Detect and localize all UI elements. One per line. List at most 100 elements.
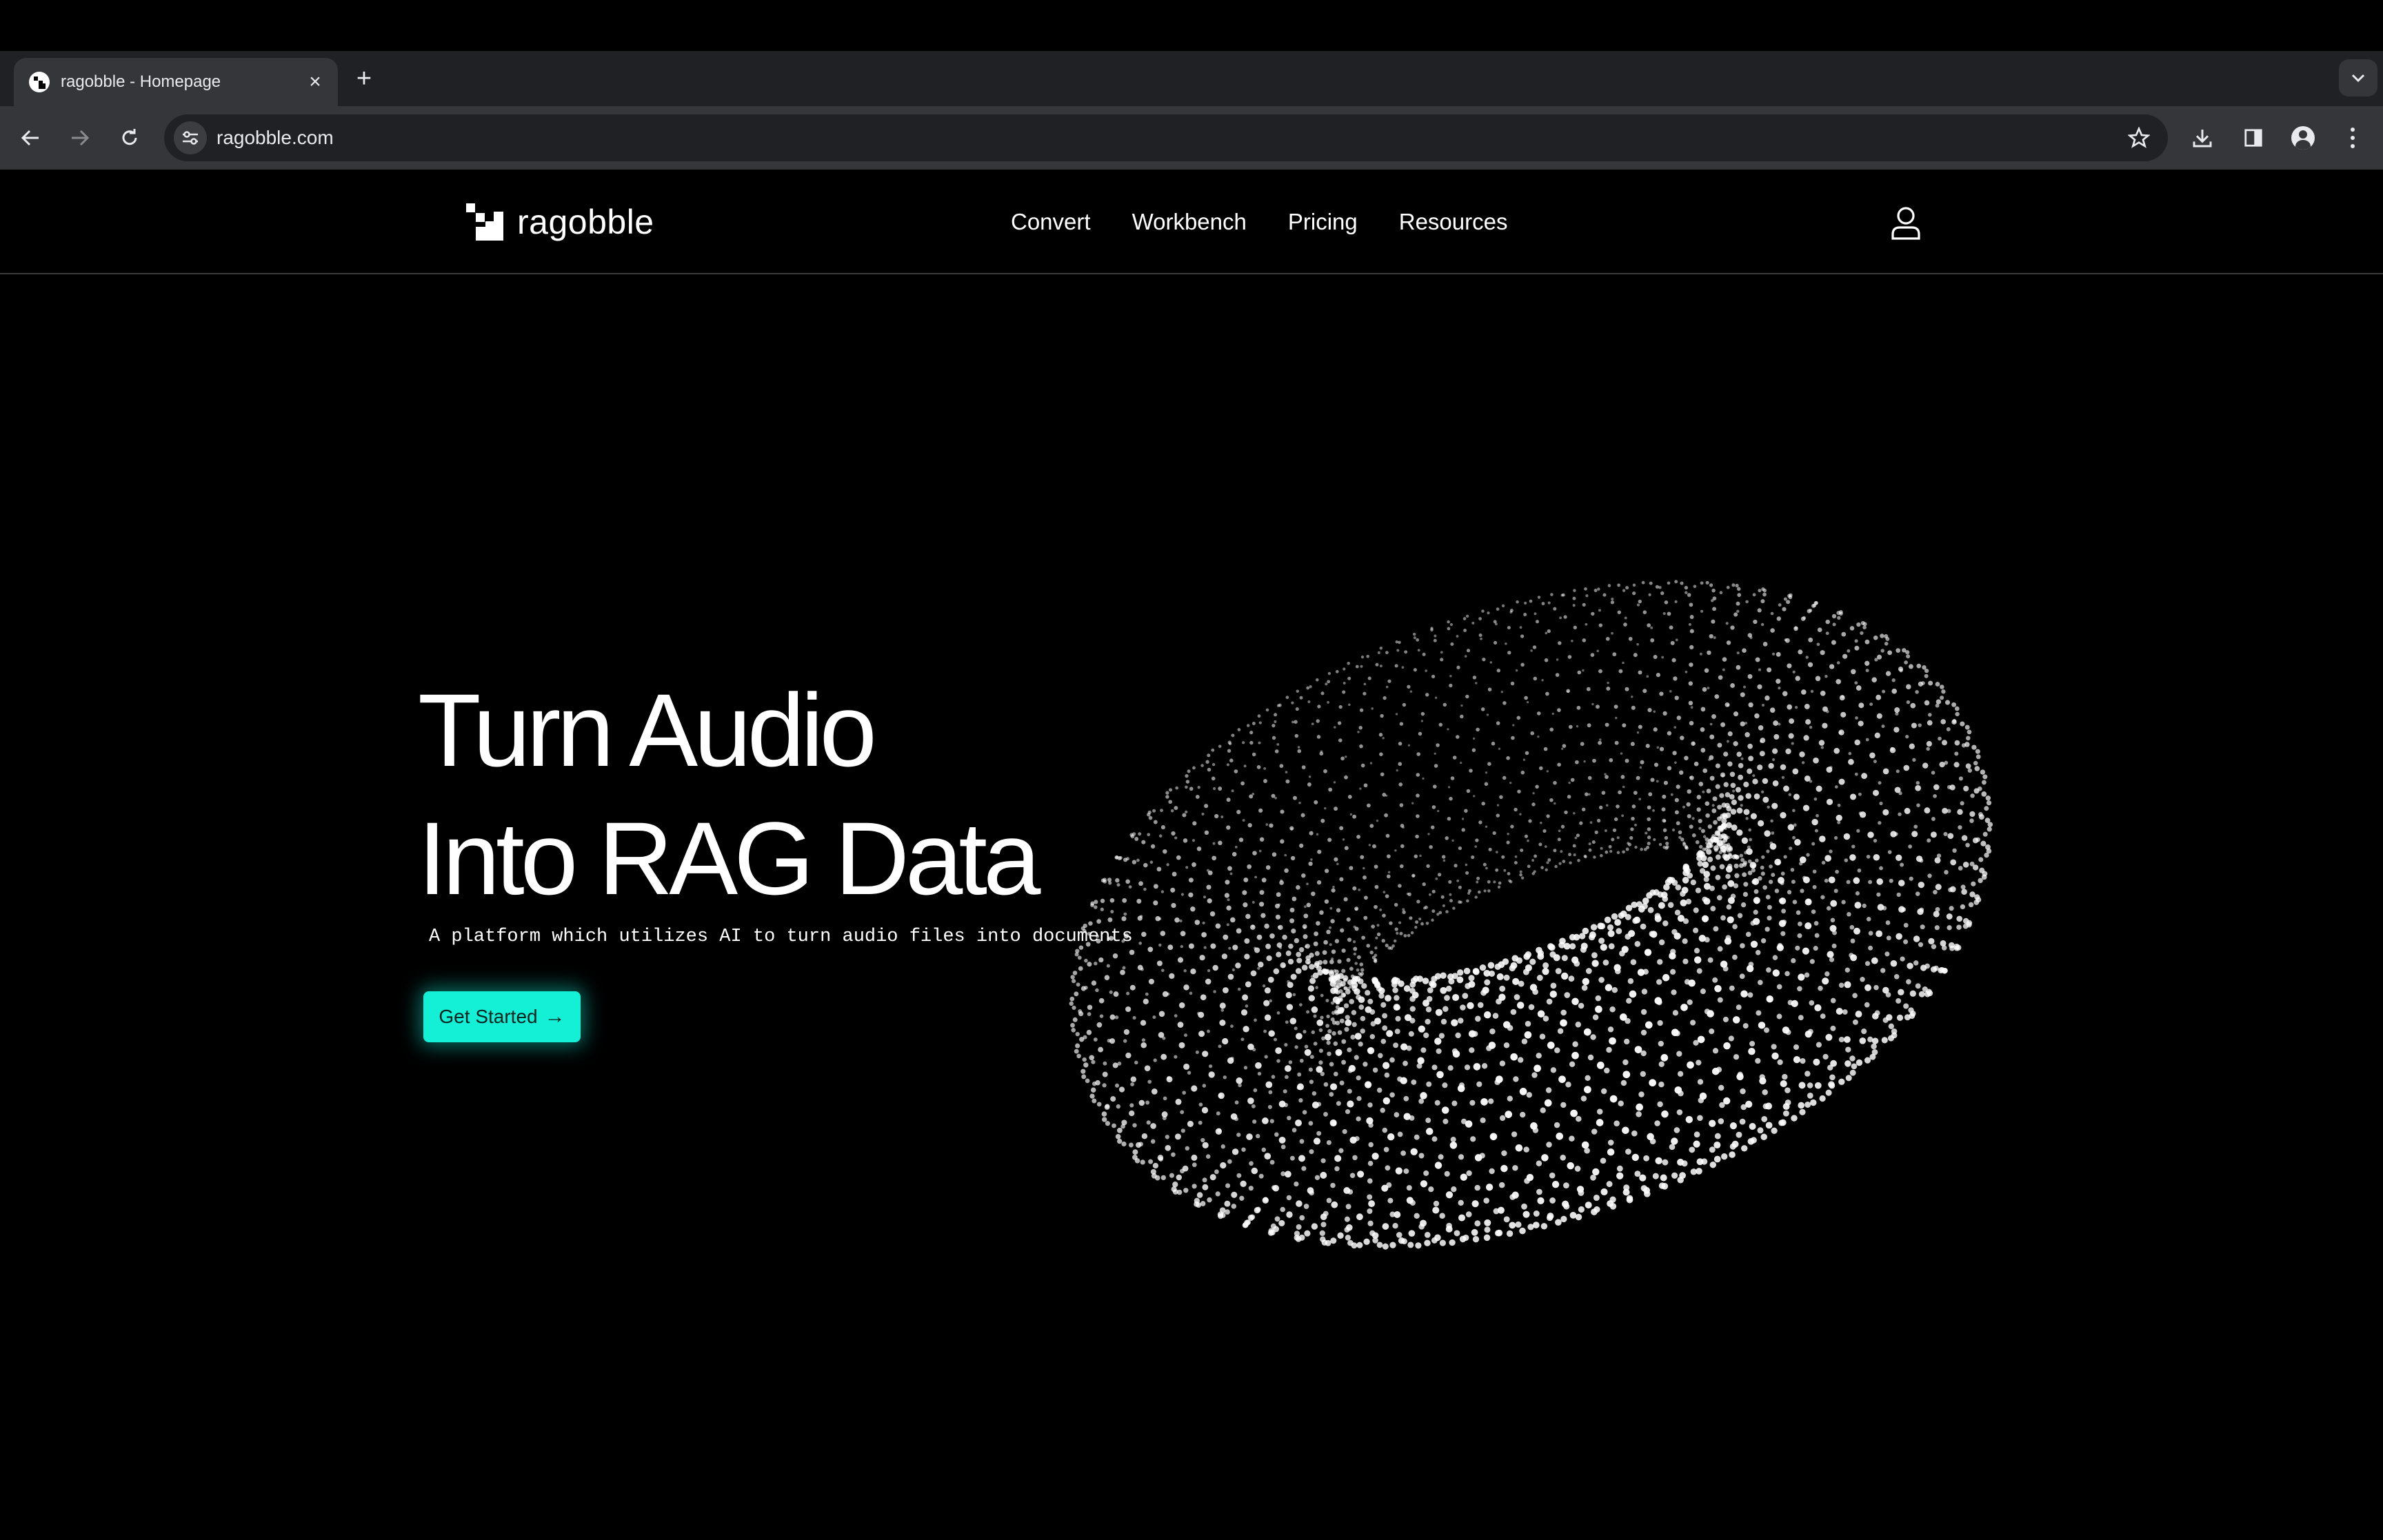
particle-dot [1510,1053,1518,1061]
particle-dot [1750,940,1758,948]
particle-dot [1596,1062,1605,1069]
particle-dot [1915,891,1920,896]
address-bar[interactable]: ragobble.com [164,114,2168,161]
particle-dot [1798,861,1803,866]
particle-dot [1516,600,1519,604]
particle-dot [1583,1028,1591,1036]
particle-dot [1317,705,1321,709]
particle-dot [1109,898,1115,903]
particle-dot [1234,1100,1239,1105]
particle-dot [1288,943,1294,949]
particle-dot [1243,902,1248,908]
particle-dot [1813,946,1818,951]
browser-menu-icon[interactable] [2335,120,2371,156]
particle-dot [1334,939,1340,944]
particle-dot [1714,984,1722,993]
particle-dot [1243,1026,1249,1033]
particle-dot [1658,1081,1665,1088]
particle-dot [1082,1057,1087,1062]
particle-dot [1647,1133,1654,1141]
particle-dot [1329,926,1332,929]
particle-dot [1782,691,1788,696]
reload-button[interactable] [112,120,148,156]
particle-dot [1600,847,1603,850]
particle-dot [1915,983,1921,989]
particle-dot [1537,950,1545,957]
particle-dot [1507,1095,1513,1102]
side-panel-icon[interactable] [2235,120,2271,156]
particle-dot [1189,787,1194,791]
site-info-icon[interactable] [174,121,207,154]
particle-dot [1726,585,1730,589]
particle-dot [1738,795,1744,801]
particle-dot [1759,1077,1767,1085]
browser-tab[interactable]: ragobble - Homepage × [14,58,338,106]
particle-dot [1658,939,1665,946]
particle-dot [1685,1115,1693,1124]
particle-dot [1275,914,1280,920]
particle-dot [1226,763,1229,767]
particle-dot [1447,627,1451,631]
particle-dot [1402,908,1405,911]
particle-dot [1622,785,1625,789]
particle-dot [1980,840,1987,847]
particle-dot [1382,1097,1390,1105]
particle-dot [1674,696,1679,700]
profile-avatar[interactable] [2285,120,2321,156]
particle-dot [1860,631,1864,636]
particle-dot [1740,943,1745,949]
particle-dot [1072,979,1076,984]
particle-dot [1739,973,1745,980]
particle-dot [1856,829,1860,833]
particle-dot [1510,824,1514,829]
particle-dot [1638,1091,1645,1097]
particle-dot [1175,1098,1182,1105]
particle-dot [1326,1197,1332,1204]
particle-dot [1433,638,1437,642]
particle-dot [1674,580,1678,584]
tab-close-icon[interactable]: × [302,69,328,95]
particle-dot [1725,873,1731,880]
particle-dot [1409,987,1416,994]
back-button[interactable] [12,120,48,156]
url-text[interactable]: ragobble.com [217,114,334,161]
particle-dot [1361,983,1367,989]
particle-dot [1731,1140,1739,1148]
particle-dot [1195,794,1200,799]
particle-dot [1573,589,1576,592]
particle-dot [1264,923,1269,929]
particle-dot [1152,1162,1159,1169]
particle-dot [1896,1014,1904,1022]
tab-search-button[interactable] [2339,59,2377,97]
forward-button[interactable] [62,120,98,156]
particle-dot [1574,836,1578,840]
bookmark-star-icon[interactable] [2124,123,2154,153]
particle-dot [1748,1047,1756,1055]
particle-dot [1520,1111,1526,1118]
particle-dot [1880,634,1884,638]
particle-dot [1300,813,1305,818]
particle-dot [1214,1169,1219,1175]
particle-dot [1138,1142,1143,1147]
particle-dot [1378,1053,1383,1059]
particle-dot [1573,812,1576,815]
particle-dot [1146,1120,1151,1125]
particle-dot [1450,642,1454,646]
particle-dot [1259,890,1265,895]
download-icon[interactable] [2184,120,2220,156]
particle-dot [1327,838,1332,842]
new-tab-icon[interactable]: + [350,63,378,94]
particle-dot [1631,705,1636,710]
particle-dot [1121,916,1127,922]
particle-dot [1686,802,1691,807]
particle-dot [1931,771,1935,775]
particle-dot [1080,986,1086,991]
particle-dot [1871,957,1878,964]
particle-dot [1573,960,1580,967]
particle-dot [1075,949,1080,953]
particle-dot [1345,1109,1351,1115]
particle-dot [1398,782,1403,787]
particle-dot [1387,1133,1395,1141]
particle-dot [1702,768,1708,773]
particle-dot [1633,653,1638,658]
